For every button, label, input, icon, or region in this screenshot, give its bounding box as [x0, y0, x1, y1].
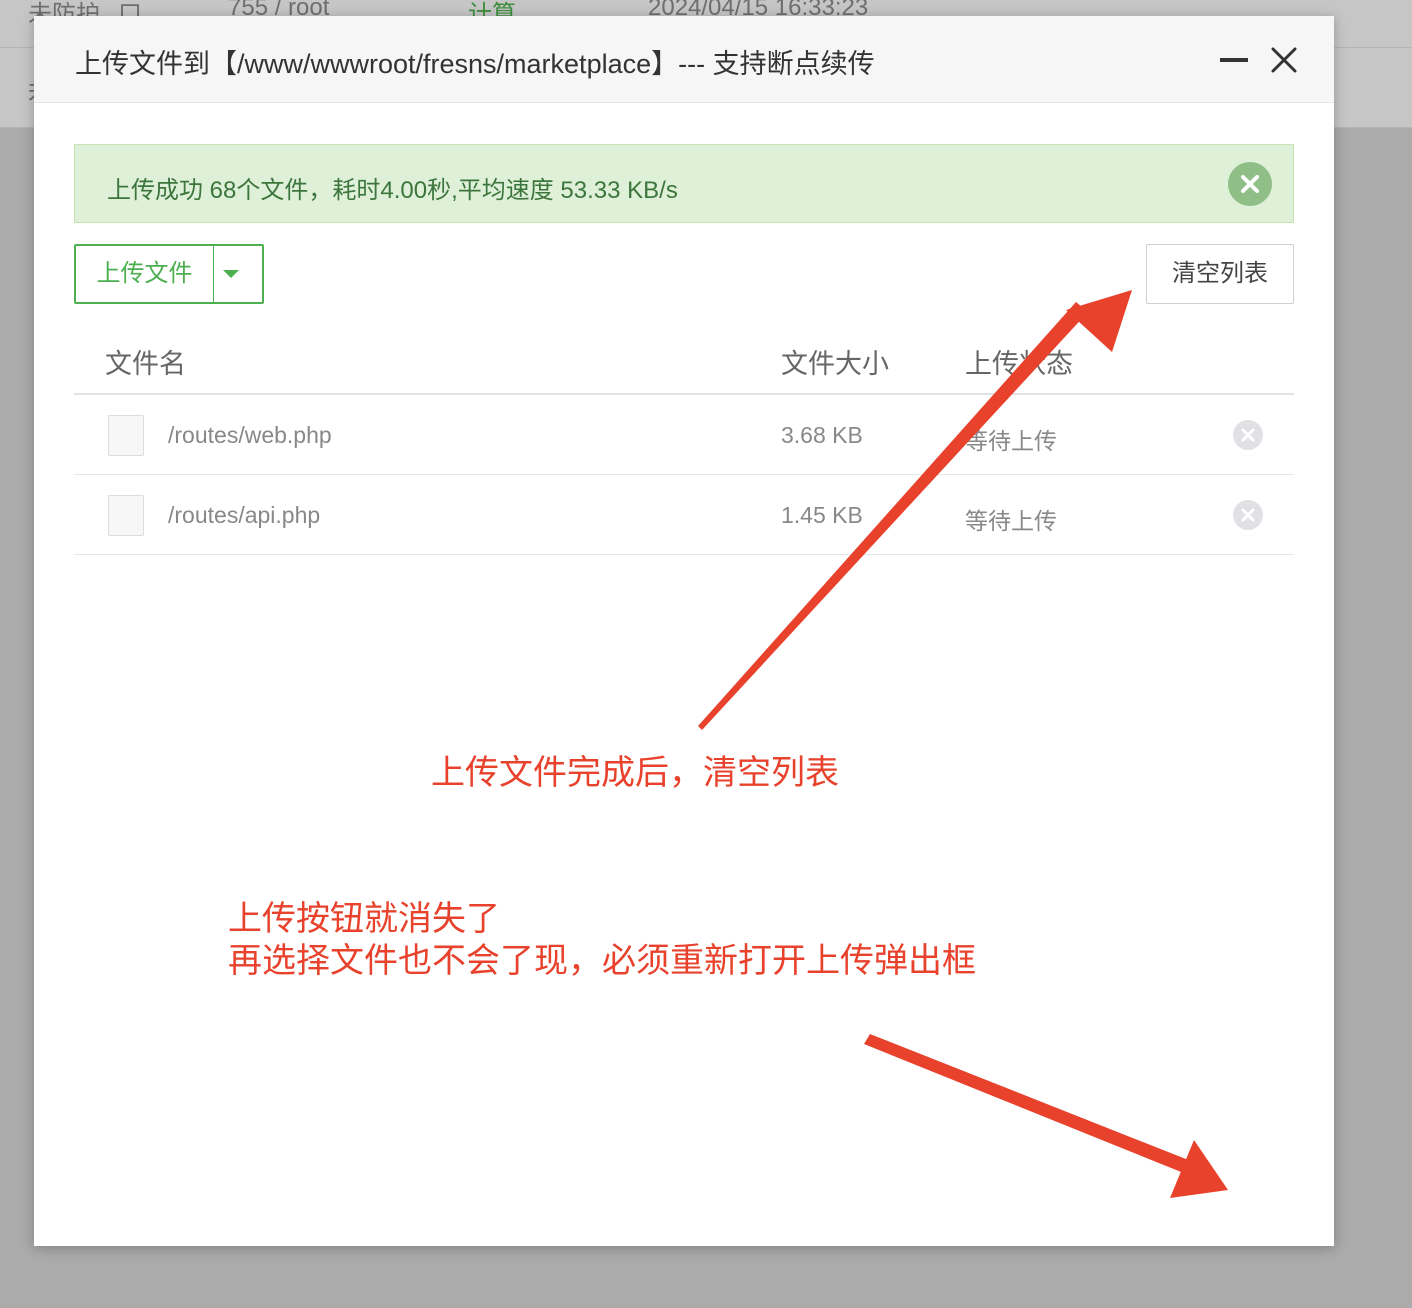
file-size: 1.45 KB [781, 502, 863, 528]
file-size: 3.68 KB [781, 422, 863, 448]
file-name: /routes/web.php [168, 422, 332, 448]
upload-button-label[interactable]: 上传文件 [76, 246, 214, 302]
annotation-note: 再选择文件也不会了现，必须重新打开上传弹出框 [228, 942, 976, 980]
annotation-note: 上传按钮就消失了 [228, 900, 500, 938]
upload-dialog: 上传文件到【/www/wwwroot/fresns/marketplace】--… [34, 16, 1334, 1246]
table-row: /routes/web.php 3.68 KB 等待上传 [74, 395, 1294, 475]
upload-files-button[interactable]: 上传文件 [74, 244, 264, 304]
column-header-name: 文件名 [105, 349, 186, 379]
file-icon [108, 495, 144, 536]
clear-list-button[interactable]: 清空列表 [1146, 244, 1294, 304]
dialog-title: 上传文件到【/www/wwwroot/fresns/marketplace】--… [75, 49, 875, 79]
column-header-status: 上传状态 [965, 349, 1073, 379]
close-icon[interactable] [1270, 46, 1298, 74]
chevron-down-icon[interactable] [223, 270, 239, 278]
dialog-header: 上传文件到【/www/wwwroot/fresns/marketplace】--… [34, 16, 1334, 103]
file-name: /routes/api.php [168, 502, 321, 528]
upload-status: 等待上传 [965, 508, 1057, 534]
success-alert: 上传成功 68个文件，耗时4.00秒,平均速度 53.33 KB/s [74, 144, 1294, 223]
minimize-icon[interactable] [1220, 58, 1248, 62]
column-header-size: 文件大小 [781, 349, 889, 379]
remove-circle-icon[interactable] [1233, 420, 1263, 450]
alert-message: 上传成功 68个文件，耗时4.00秒,平均速度 53.33 KB/s [107, 177, 678, 204]
file-icon [108, 415, 144, 456]
remove-circle-icon[interactable] [1233, 500, 1263, 530]
close-circle-icon[interactable] [1228, 162, 1272, 206]
upload-status: 等待上传 [965, 428, 1057, 454]
table-header: 文件名 文件大小 上传状态 [74, 326, 1294, 395]
table-row: /routes/api.php 1.45 KB 等待上传 [74, 475, 1294, 555]
annotation-note: 上传文件完成后，清空列表 [431, 754, 839, 792]
